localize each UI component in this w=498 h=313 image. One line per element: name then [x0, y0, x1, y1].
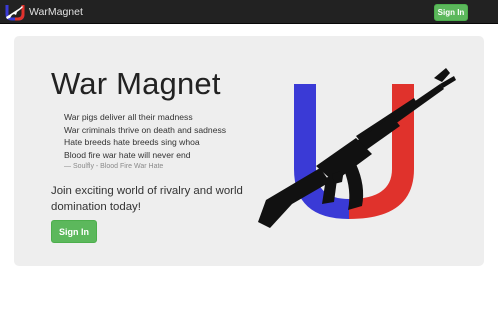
lyrics-quote: War pigs deliver all their madness War c…: [64, 111, 274, 172]
magnet-rifle-icon: [258, 68, 456, 228]
war-magnet-logo-icon: [5, 5, 25, 21]
navbar-signin-button[interactable]: Sign In: [434, 4, 468, 21]
quote-line: Blood fire war hate will never end: [64, 149, 191, 160]
quote-line: War pigs deliver all their madness: [64, 112, 193, 122]
brand-name: WarMagnet: [29, 6, 83, 18]
hero-signin-button[interactable]: Sign In: [51, 220, 97, 243]
brand-link[interactable]: WarMagnet: [4, 3, 83, 21]
top-navbar: WarMagnet Sign In: [0, 0, 498, 24]
page-title: War Magnet: [51, 66, 221, 101]
hero-panel: War Magnet War pigs deliver all their ma…: [14, 36, 484, 266]
quote-line: Hate breeds hate breeds sing whoa: [64, 137, 200, 148]
quote-line: War criminals thrive on death and sadnes…: [64, 124, 227, 135]
quote-citation: — Soulfly - Blood Fire War Hate: [64, 163, 164, 171]
